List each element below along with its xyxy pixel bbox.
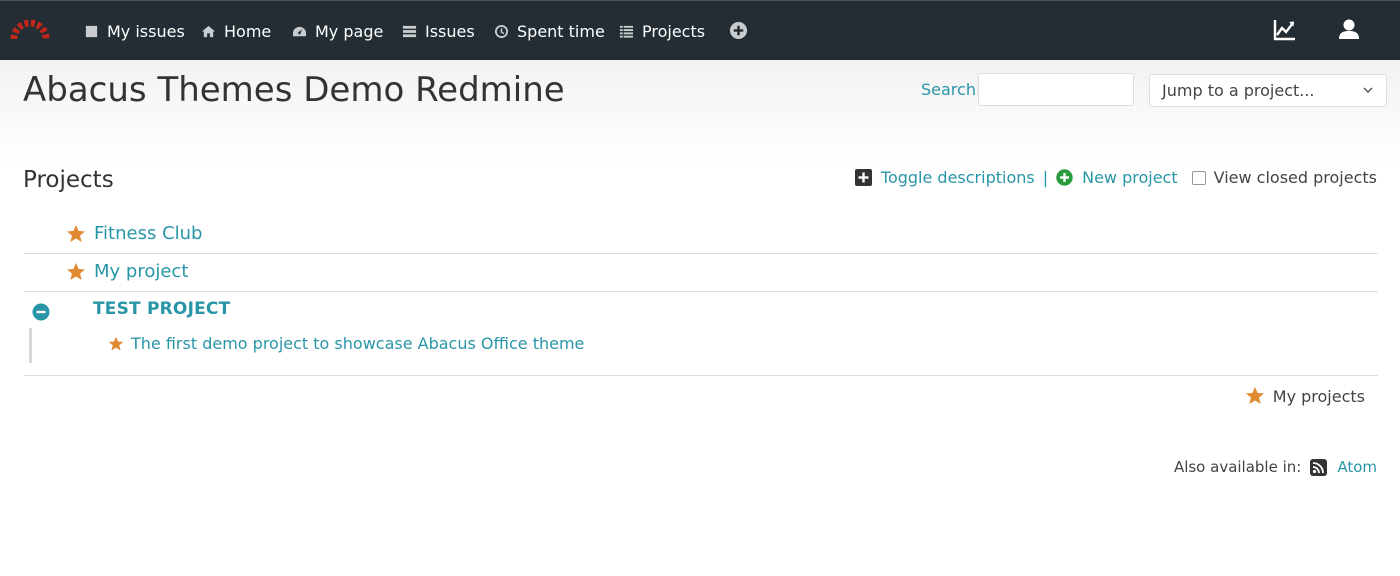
nav-issues[interactable]: Issues [401, 1, 475, 61]
site-title: Abacus Themes Demo Redmine [23, 70, 565, 110]
star-icon [67, 262, 85, 280]
search-label[interactable]: Search: [921, 80, 981, 99]
redmine-logo-icon[interactable] [10, 13, 50, 45]
nav-issues-label: Issues [425, 21, 475, 41]
nav-my-page-label: My page [315, 21, 384, 41]
list-lines-icon [618, 23, 634, 39]
activity-chart-icon[interactable] [1272, 17, 1298, 43]
rss-icon[interactable] [1310, 458, 1328, 476]
also-available-label: Also available in: [1173, 458, 1302, 476]
project-link[interactable]: TEST PROJECT [93, 299, 230, 319]
search-input[interactable] [978, 73, 1134, 106]
jump-to-project-label: Jump to a project... [1162, 81, 1315, 100]
divider [24, 291, 1378, 292]
legend-label: My projects [1272, 386, 1365, 406]
top-menu: My issues Home My page Issues Spent time… [0, 0, 1400, 60]
chevron-down-icon [1363, 87, 1373, 94]
view-closed-checkbox[interactable] [1191, 170, 1206, 185]
square-icon [83, 23, 99, 39]
view-closed-label[interactable]: View closed projects [1214, 168, 1377, 187]
nav-projects[interactable]: Projects [618, 1, 705, 61]
divider [24, 375, 1378, 376]
project-item-fitness-club: Fitness Club [66, 223, 202, 244]
atom-link[interactable]: Atom [1337, 458, 1377, 476]
subproject-indent-bar [29, 328, 32, 363]
project-link[interactable]: The first demo project to showcase Abacu… [131, 334, 584, 353]
project-item-my-project: My project [66, 261, 188, 282]
project-item-subproject: The first demo project to showcase Abacu… [108, 334, 584, 353]
toggle-descriptions-link[interactable]: Toggle descriptions [881, 168, 1035, 187]
contextual-actions: Toggle descriptions | New project View c… [854, 168, 1377, 187]
dashboard-icon [291, 23, 307, 39]
star-icon [1245, 387, 1264, 404]
home-icon [200, 23, 216, 39]
nav-my-page[interactable]: My page [291, 1, 383, 61]
nav-home[interactable]: Home [200, 1, 271, 61]
star-icon [108, 336, 124, 350]
nav-spent-time-label: Spent time [517, 21, 605, 41]
clock-icon [493, 23, 509, 39]
my-projects-legend: My projects [1245, 386, 1365, 406]
separator: | [1042, 168, 1049, 187]
jump-to-project-select[interactable]: Jump to a project... [1149, 74, 1387, 107]
star-icon [67, 224, 85, 242]
project-link[interactable]: Fitness Club [94, 223, 202, 244]
other-formats: Also available in: Atom [1174, 458, 1377, 476]
add-circle-icon[interactable] [1056, 169, 1073, 186]
list-icon [401, 23, 417, 39]
project-link[interactable]: My project [94, 261, 188, 282]
new-project-link[interactable]: New project [1082, 168, 1178, 187]
user-icon[interactable] [1336, 17, 1362, 43]
project-item-test-project: TEST PROJECT [93, 299, 230, 319]
plus-circle-icon[interactable] [729, 21, 748, 40]
nav-my-issues-label: My issues [107, 21, 185, 41]
nav-my-issues[interactable]: My issues [83, 1, 185, 61]
nav-projects-label: Projects [642, 21, 706, 41]
nav-spent-time[interactable]: Spent time [493, 1, 605, 61]
page-title: Projects [23, 167, 114, 193]
nav-home-label: Home [224, 21, 272, 41]
collapse-icon[interactable] [32, 303, 50, 321]
divider [24, 253, 1378, 254]
toggle-plus-icon[interactable] [854, 169, 872, 186]
